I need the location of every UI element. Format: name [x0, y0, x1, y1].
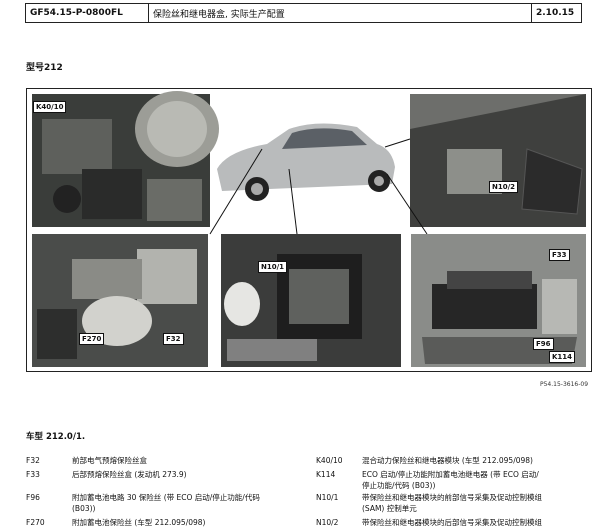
document-title: 保险丝和继电器盒, 实际生产配置 [149, 4, 532, 22]
legend-desc: 附加蓄电池保险丝 (车型 212.095/098) [72, 518, 206, 527]
photo-engine-bay-f270-f32 [32, 234, 208, 367]
legend-desc: 后部预熔保险丝盒 (发动机 273.9) [72, 470, 187, 479]
callout-f270: F270 [79, 333, 105, 345]
legend-desc: 附加蓄电池电路 30 保险丝 (带 ECO 启动/停止功能/代码 [72, 493, 260, 502]
figure-reference: P54.15-3616-09 [540, 381, 589, 388]
legend-desc: 混合动力保险丝和继电器模块 (车型 212.095/098) [362, 456, 533, 465]
legend-desc: (SAM) 控制单元 [362, 504, 417, 513]
callout-k40-10: K40/10 [33, 101, 67, 113]
figure-illustration [32, 91, 586, 367]
legend-left: F32 前部电气预熔保险丝盒 F33 后部预熔保险丝盒 (发动机 273.9) … [26, 456, 306, 527]
document-id: GF54.15-P-0800FL [26, 4, 149, 22]
legend-desc: 停止功能/代码 (B03)) [362, 481, 436, 490]
legend-code: N10/2 [316, 518, 339, 527]
legend-code: F32 [26, 456, 40, 465]
legend-code: F270 [26, 518, 45, 527]
legend-right: K40/10 混合动力保险丝和继电器模块 (车型 212.095/098) K1… [316, 456, 606, 527]
document-header: GF54.15-P-0800FL 保险丝和继电器盒, 实际生产配置 2.10.1… [25, 3, 582, 23]
legend-desc: (B03)) [72, 504, 96, 513]
model-label: 型号212 [26, 63, 63, 73]
callout-n10-1: N10/1 [258, 261, 288, 273]
callout-f33: F33 [549, 249, 570, 261]
callout-f32: F32 [163, 333, 184, 345]
photo-trunk-n10-2 [410, 94, 586, 227]
legend-code: K40/10 [316, 456, 343, 465]
callout-n10-2: N10/2 [489, 181, 519, 193]
legend-code: F96 [26, 493, 40, 502]
legend-desc: 带保险丝和继电器模块的后部信号采集及促动控制模组 [362, 518, 542, 527]
legend-desc: 前部电气预熔保险丝盒 [72, 456, 147, 465]
legend-desc: 带保险丝和继电器模块的前部信号采集及促动控制模组 [362, 493, 542, 502]
legend-desc: ECO 启动/停止功能附加蓄电池继电器 (带 ECO 启动/ [362, 470, 539, 479]
photo-front-sam-n10-1 [221, 234, 401, 367]
legend-code: N10/1 [316, 493, 339, 502]
fuse-box-location-figure: K40/10 N10/2 F270 F32 N10/1 F33 F96 K114 [26, 88, 592, 372]
vehicle-illustration [209, 123, 428, 235]
section-subtitle: 车型 212.0/1. [26, 432, 86, 442]
callout-f96: F96 [533, 338, 554, 350]
callout-k114: K114 [549, 351, 576, 363]
legend-code: K114 [316, 470, 336, 479]
legend-code: F33 [26, 470, 40, 479]
document-version: 2.10.15 [536, 8, 575, 18]
